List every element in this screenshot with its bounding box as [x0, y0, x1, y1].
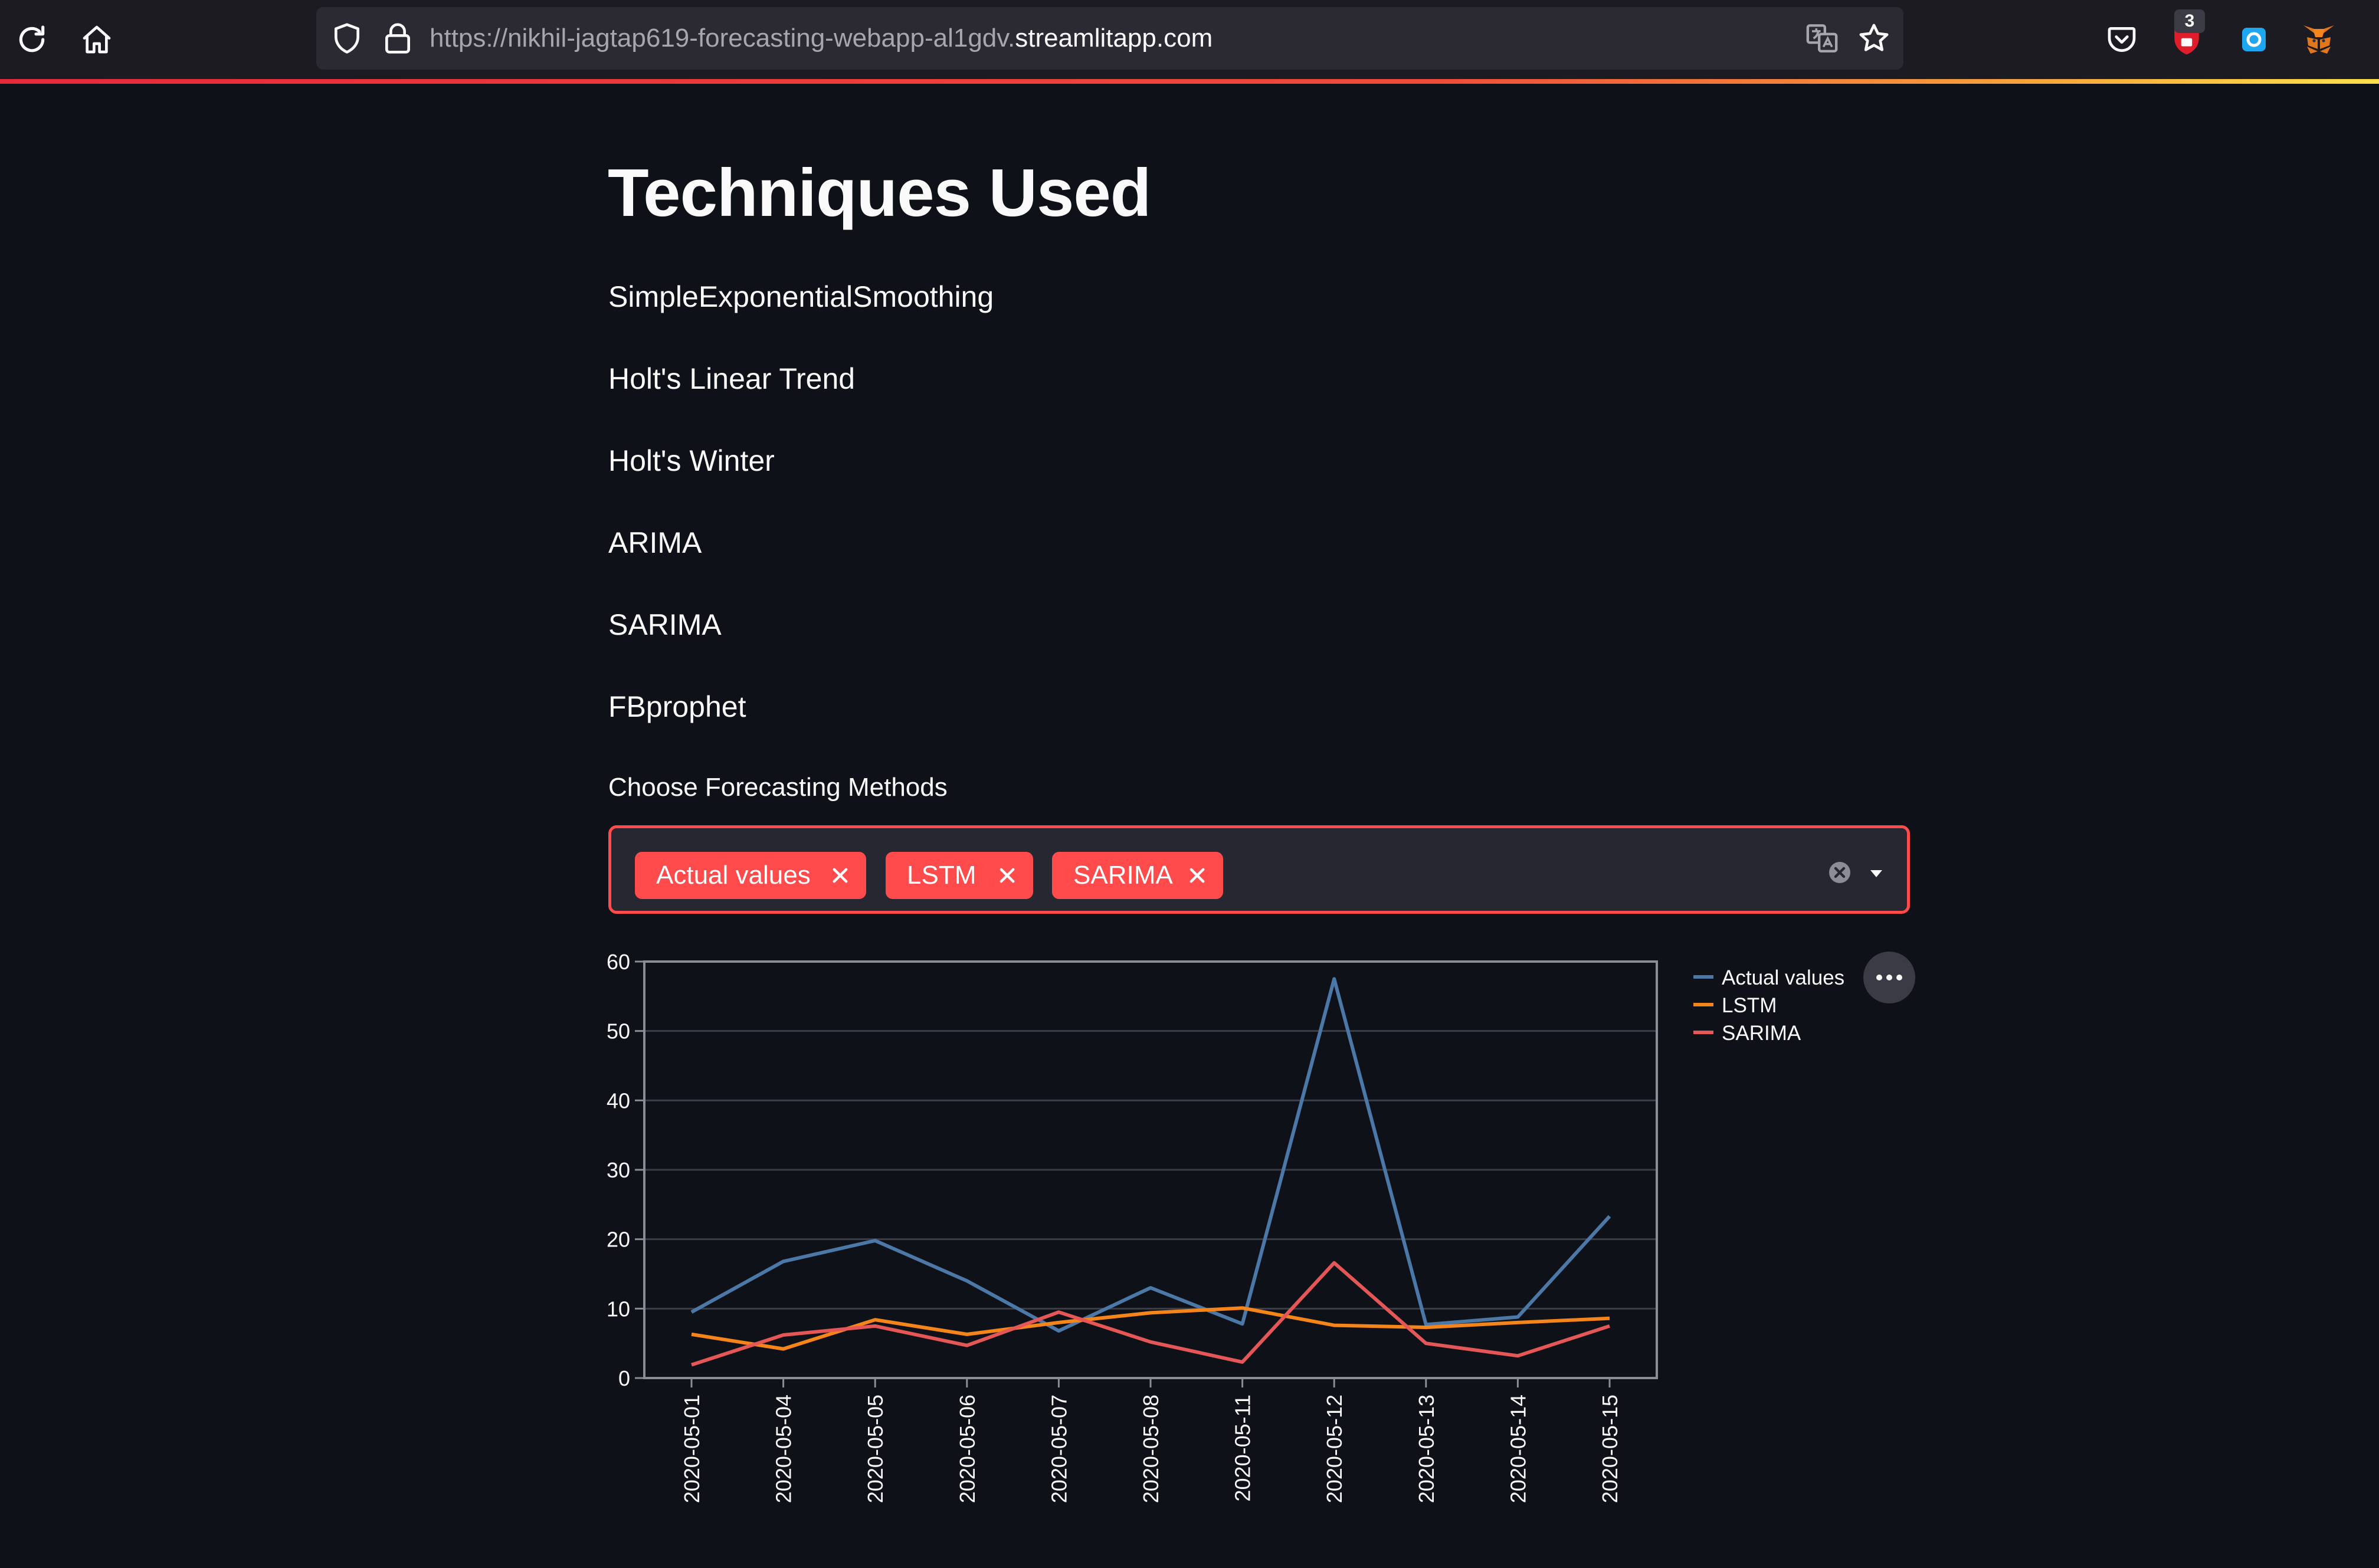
- remove-chip-icon[interactable]: [994, 852, 1020, 899]
- legend-label: Actual values: [1722, 966, 1844, 989]
- chip-label: Actual values: [656, 861, 811, 890]
- technique-item: SARIMA: [608, 608, 722, 641]
- x-tick-label: 2020-05-15: [1598, 1395, 1622, 1503]
- y-tick-label: 30: [607, 1158, 630, 1182]
- x-tick-label: 2020-05-12: [1322, 1395, 1346, 1503]
- x-tick-label: 2020-05-13: [1414, 1395, 1438, 1503]
- chip-sarima[interactable]: SARIMA: [1052, 852, 1223, 899]
- reload-icon[interactable]: [8, 16, 55, 63]
- remove-chip-icon[interactable]: [827, 852, 853, 899]
- page-load-progress-bar: [0, 79, 2379, 84]
- x-tick-label: 2020-05-05: [863, 1395, 887, 1503]
- chart-actions-button[interactable]: [1863, 952, 1915, 1003]
- chip-label: SARIMA: [1073, 861, 1173, 890]
- y-tick-label: 60: [607, 950, 630, 974]
- home-icon[interactable]: [73, 16, 120, 63]
- x-tick-label: 2020-05-06: [955, 1395, 979, 1503]
- more-options-icon: [1876, 975, 1902, 980]
- legend-label: LSTM: [1722, 994, 1777, 1017]
- forecasting-methods-multiselect[interactable]: Actual values LSTM SARIMA: [608, 825, 1910, 914]
- shield-icon[interactable]: [328, 19, 366, 57]
- x-tick-label: 2020-05-04: [772, 1395, 796, 1503]
- pocket-icon[interactable]: [2101, 18, 2143, 61]
- forecast-line-chart: 0 10 20 30 40 50 60 2020-05-01 2020-05-04 2020-05…: [607, 950, 1844, 1503]
- lock-icon[interactable]: [379, 19, 417, 57]
- browser-toolbar: https://nikhil-jagtap619-forecasting-web…: [0, 0, 2379, 79]
- y-tick-label: 20: [607, 1228, 630, 1252]
- page-title: Techniques Used: [608, 156, 1151, 231]
- chevron-down-icon[interactable]: [1864, 861, 1888, 884]
- url-host: streamlitapp.com: [1015, 24, 1213, 53]
- technique-item: SimpleExponentialSmoothing: [608, 280, 994, 313]
- url-prefix: https://nikhil-jagtap619-forecasting-web…: [430, 24, 1015, 53]
- extension-badge: 3: [2174, 9, 2205, 33]
- y-tick-label: 0: [618, 1366, 630, 1390]
- chip-label: LSTM: [907, 861, 976, 890]
- multiselect-label: Choose Forecasting Methods: [608, 773, 948, 802]
- clear-all-icon[interactable]: [1828, 861, 1852, 884]
- x-tick-label: 2020-05-01: [680, 1395, 704, 1503]
- technique-item: FBprophet: [608, 690, 746, 723]
- legend-label: SARIMA: [1722, 1022, 1801, 1045]
- chip-actual-values[interactable]: Actual values: [635, 852, 866, 899]
- x-tick-label: 2020-05-07: [1047, 1395, 1071, 1503]
- translate-icon[interactable]: [1803, 19, 1841, 57]
- y-tick-label: 50: [607, 1019, 630, 1044]
- star-icon[interactable]: [1855, 19, 1893, 57]
- url-text[interactable]: https://nikhil-jagtap619-forecasting-web…: [430, 7, 1213, 70]
- url-bar[interactable]: https://nikhil-jagtap619-forecasting-web…: [316, 7, 1903, 70]
- technique-item: Holt's Linear Trend: [608, 362, 856, 395]
- extension-icon[interactable]: [2233, 18, 2275, 61]
- chip-lstm[interactable]: LSTM: [886, 852, 1033, 899]
- technique-item: ARIMA: [608, 526, 702, 559]
- remove-chip-icon[interactable]: [1184, 852, 1210, 899]
- technique-item: Holt's Winter: [608, 444, 775, 477]
- x-tick-label: 2020-05-08: [1139, 1395, 1163, 1503]
- y-tick-label: 10: [607, 1297, 630, 1321]
- x-tick-label: 2020-05-11: [1231, 1395, 1255, 1501]
- x-tick-label: 2020-05-14: [1506, 1395, 1530, 1503]
- metamask-icon[interactable]: [2298, 18, 2340, 61]
- y-tick-label: 40: [607, 1088, 630, 1113]
